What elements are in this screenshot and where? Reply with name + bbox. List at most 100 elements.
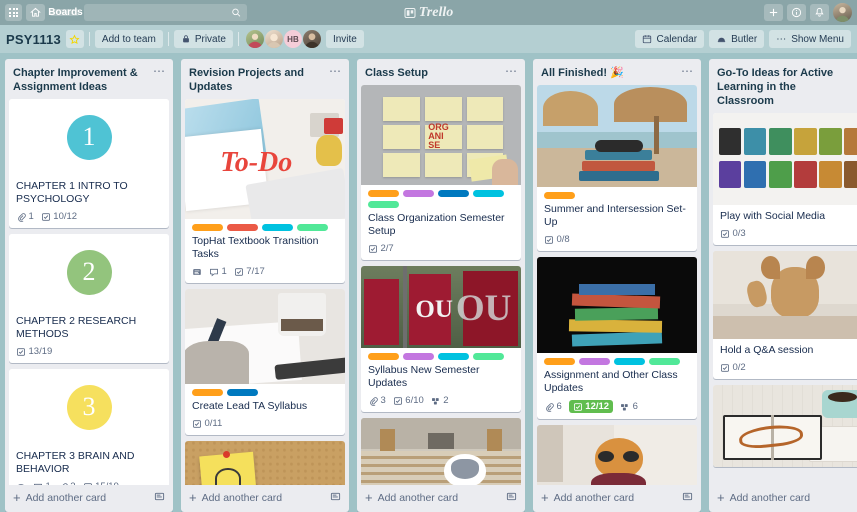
- board-card[interactable]: 1 CHAPTER 1 INTRO TO PSYCHOLOGY 1 10/12: [9, 99, 169, 228]
- card-label[interactable]: [403, 190, 434, 197]
- card-count-icon: [621, 403, 628, 411]
- plus-icon: +: [189, 490, 197, 505]
- search-icon[interactable]: [231, 7, 241, 18]
- calendar-button[interactable]: Calendar: [635, 30, 705, 48]
- card-badges: 0/8: [544, 234, 690, 245]
- card-label[interactable]: [227, 389, 258, 396]
- visibility-button[interactable]: Private: [173, 30, 233, 48]
- card-badge-checklist: 2/7: [368, 243, 394, 254]
- card-label[interactable]: [368, 353, 399, 360]
- card-cover-image: [537, 425, 697, 485]
- list-menu-icon[interactable]: ⋯: [503, 65, 519, 77]
- card-label[interactable]: [579, 358, 610, 365]
- card-label[interactable]: [227, 224, 258, 231]
- card-label[interactable]: [368, 201, 399, 208]
- list-menu-icon[interactable]: ⋯: [679, 65, 695, 77]
- board-card[interactable]: To-Do TopHat Textbook Transition Tasks 1 7…: [185, 99, 345, 283]
- card-title: TopHat Textbook Transition Tasks: [192, 235, 319, 260]
- badge-text: 7/17: [246, 266, 265, 277]
- star-icon: [69, 34, 80, 44]
- card-cover-number: 2: [9, 234, 169, 310]
- invite-button[interactable]: Invite: [325, 30, 364, 48]
- board-card[interactable]: Hold a Q&A session 0/2: [713, 251, 857, 379]
- add-card-footer[interactable]: + Add another card: [5, 485, 173, 512]
- board-list: Class Setup ⋯ ORG ANI SE Class Organizatio…: [357, 59, 525, 512]
- card-label[interactable]: [438, 353, 469, 360]
- board-title[interactable]: PSY1113: [6, 32, 61, 47]
- card-template-icon[interactable]: [506, 491, 517, 505]
- card-template-icon[interactable]: [682, 491, 693, 505]
- list-title[interactable]: Chapter Improvement & Assignment Ideas: [13, 66, 147, 94]
- home-button[interactable]: [26, 4, 45, 21]
- card-label[interactable]: [192, 224, 223, 231]
- card-label[interactable]: [368, 190, 399, 197]
- card-label[interactable]: [614, 358, 645, 365]
- card-template-icon[interactable]: [154, 491, 165, 505]
- search-box[interactable]: [84, 4, 247, 21]
- add-button[interactable]: [764, 4, 783, 21]
- divider: [237, 32, 239, 46]
- card-label[interactable]: [473, 353, 504, 360]
- board-card[interactable]: [537, 425, 697, 485]
- board-card[interactable]: Assignment and Other Class Updates 6 12/12…: [537, 257, 697, 419]
- boards-button[interactable]: Boards: [48, 7, 82, 18]
- card-label[interactable]: [262, 224, 293, 231]
- card-cover-image: [361, 418, 521, 485]
- apps-grid-button[interactable]: [5, 4, 22, 21]
- list-header: Revision Projects and Updates ⋯: [181, 59, 349, 99]
- card-label[interactable]: [544, 358, 575, 365]
- card-label[interactable]: [403, 353, 434, 360]
- add-to-team-button[interactable]: Add to team: [94, 30, 163, 48]
- board-card[interactable]: Create Lead TA Syllabus 0/11: [185, 289, 345, 435]
- card-label[interactable]: [649, 358, 680, 365]
- add-card-label: Add another card: [25, 492, 107, 504]
- checklist-icon: [721, 363, 729, 372]
- card-label[interactable]: [438, 190, 469, 197]
- notifications-button[interactable]: [810, 4, 829, 21]
- star-board-button[interactable]: [65, 30, 84, 48]
- member-avatar-1[interactable]: [245, 30, 264, 48]
- member-avatar-2[interactable]: [264, 30, 283, 48]
- board-card[interactable]: 2 CHAPTER 2 RESEARCH METHODS 13/19: [9, 234, 169, 363]
- board-card[interactable]: Play with Social Media 0/3: [713, 113, 857, 245]
- card-cover-image: [713, 113, 857, 205]
- add-card-footer[interactable]: + Add another card: [533, 485, 701, 512]
- info-button[interactable]: [787, 4, 806, 21]
- card-label[interactable]: [473, 190, 504, 197]
- search-input[interactable]: [90, 7, 231, 18]
- member-avatar-4[interactable]: [302, 30, 321, 48]
- list-menu-icon[interactable]: ⋯: [327, 65, 343, 77]
- card-label[interactable]: [544, 192, 575, 199]
- list-title[interactable]: Go-To Ideas for Active Learning in the C…: [717, 66, 851, 108]
- add-card-footer[interactable]: + Add another card: [357, 485, 525, 512]
- calendar-label: Calendar: [656, 33, 698, 45]
- board-card[interactable]: Summer and Intersession Set-Up 0/8: [537, 85, 697, 251]
- add-card-footer[interactable]: + Add another card: [709, 485, 857, 512]
- add-card-footer[interactable]: + Add another card: [181, 485, 349, 512]
- checklist-icon: [41, 212, 50, 221]
- profile-avatar[interactable]: [833, 3, 852, 22]
- avatar-photo-icon: [247, 33, 263, 48]
- member-avatar-hb[interactable]: HB: [283, 30, 302, 48]
- board-card[interactable]: 3 CHAPTER 3 BRAIN AND BEHAVIOR1215/19: [9, 369, 169, 485]
- list-menu-icon[interactable]: ⋯: [151, 65, 167, 77]
- list-title[interactable]: All Finished! 🎉: [541, 66, 675, 80]
- board-card[interactable]: ORG ANI SE Class Organization Semester Set…: [361, 85, 521, 260]
- card-labels: [192, 389, 338, 396]
- board-members: HB: [245, 30, 321, 48]
- board-card[interactable]: OU OU Syllabus New Semester Updates 3 6/10…: [361, 266, 521, 412]
- list-header: Class Setup ⋯: [357, 59, 525, 85]
- list-title[interactable]: Revision Projects and Updates: [189, 66, 323, 94]
- card-label[interactable]: [192, 389, 223, 396]
- badge-text: 1: [221, 266, 227, 277]
- list-title[interactable]: Class Setup: [365, 66, 499, 80]
- checklist-icon: [193, 419, 201, 428]
- card-label[interactable]: [297, 224, 328, 231]
- board-card[interactable]: [185, 441, 345, 485]
- card-template-icon[interactable]: [330, 491, 341, 505]
- board-card[interactable]: TopHat & Packback Semester: [361, 418, 521, 485]
- butler-button[interactable]: Butler: [709, 30, 765, 48]
- show-menu-button[interactable]: ⋯ Show Menu: [769, 30, 851, 48]
- attachment-icon: [370, 396, 378, 406]
- board-card[interactable]: [713, 385, 857, 467]
